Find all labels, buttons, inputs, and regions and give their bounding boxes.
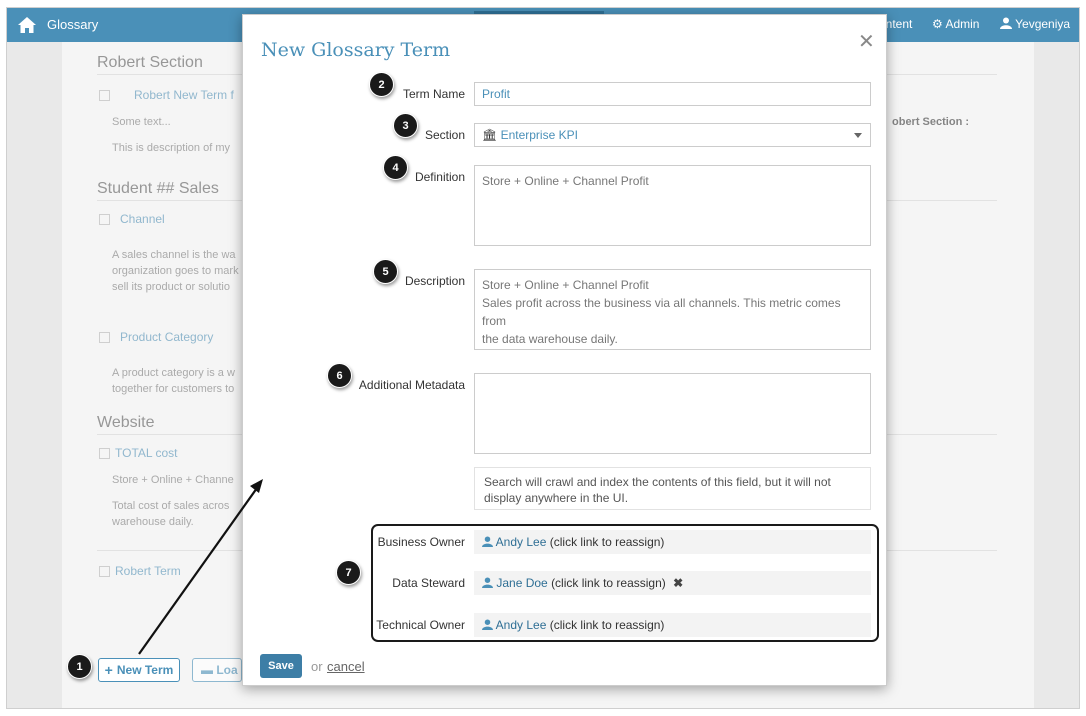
plus-icon: + [104, 662, 113, 678]
callout-badge: 2 [369, 72, 394, 97]
business-owner-row: Andy Lee (click link to reassign) [474, 530, 871, 554]
term-text: organization goes to mark [112, 265, 239, 277]
callout-badge: 1 [67, 654, 92, 679]
term-link[interactable]: Product Category [120, 330, 213, 344]
term-checkbox[interactable] [99, 448, 110, 459]
screenshot-frame: Glossary ontent ⚙ Admin Yevgeniya Robert… [6, 7, 1080, 709]
definition-textarea[interactable]: Store + Online + Channel Profit [474, 165, 871, 246]
load-button[interactable]: ▬ Loa [192, 658, 242, 682]
term-link[interactable]: Robert Term [115, 564, 181, 578]
folder-icon: ▬ [201, 663, 213, 677]
data-steward-label: Data Steward [392, 576, 465, 590]
section-select-value: Enterprise KPI [500, 128, 578, 142]
term-link[interactable]: Channel [120, 212, 165, 226]
term-link[interactable]: TOTAL cost [115, 446, 177, 460]
reassign-hint: (click link to reassign) [549, 535, 665, 549]
user-icon [482, 577, 493, 588]
modal-title: New Glossary Term [261, 39, 451, 61]
bank-icon: 🏛 [482, 128, 498, 142]
section-heading: Website [97, 414, 155, 431]
term-text: warehouse daily. [112, 516, 194, 528]
callout-badge: 3 [393, 113, 418, 138]
new-term-modal: New Glossary Term ✕ Term Name Profit Sec… [242, 14, 887, 686]
term-text: Some text... [112, 116, 171, 128]
callout-badge: 7 [336, 560, 361, 585]
additional-metadata-textarea[interactable] [474, 373, 871, 454]
callout-badge: 4 [383, 155, 408, 180]
technical-owner-row: Andy Lee (click link to reassign) [474, 613, 871, 637]
term-checkbox[interactable] [99, 566, 110, 577]
description-textarea[interactable]: Store + Online + Channel Profit Sales pr… [474, 269, 871, 350]
metadata-help-text: Search will crawl and index the contents… [474, 467, 871, 510]
cancel-link[interactable]: cancel [327, 659, 365, 674]
reassign-hint: (click link to reassign) [549, 618, 665, 632]
business-owner-label: Business Owner [377, 535, 465, 549]
callout-badge: 5 [373, 259, 398, 284]
section-heading: Student ## Sales [97, 180, 219, 197]
description-line: Store + Online + Channel Profit [482, 278, 649, 292]
remove-icon[interactable]: ✖ [673, 576, 683, 590]
save-button[interactable]: Save [260, 654, 302, 678]
nav-user-label: Yevgeniya [1015, 17, 1071, 31]
reassign-hint: (click link to reassign) [551, 576, 666, 590]
chevron-down-icon [854, 133, 862, 138]
data-steward-row: Jane Doe (click link to reassign) ✖ [474, 571, 871, 595]
term-text: obert Section : [892, 116, 970, 128]
description-line: the data warehouse daily. [482, 332, 618, 346]
term-text: This is description of my [112, 142, 230, 154]
section-heading: Robert Section [97, 54, 203, 71]
load-button-label: Loa [216, 663, 238, 677]
business-owner-link[interactable]: Andy Lee [496, 535, 547, 549]
term-text: A sales channel is the wa [112, 249, 236, 261]
section-label: Section [424, 128, 465, 142]
nav-admin-label: Admin [945, 17, 980, 31]
callout-badge: 6 [327, 363, 352, 388]
technical-owner-link[interactable]: Andy Lee [496, 618, 547, 632]
term-checkbox[interactable] [99, 90, 110, 101]
technical-owner-label: Technical Owner [376, 618, 465, 632]
term-checkbox[interactable] [99, 332, 110, 343]
home-icon[interactable] [17, 16, 37, 34]
nav-user[interactable]: Yevgeniya [1000, 17, 1070, 31]
term-checkbox[interactable] [99, 214, 110, 225]
user-icon [482, 619, 493, 630]
term-text: sell its product or solutio [112, 281, 230, 293]
or-text: or [311, 659, 323, 674]
new-term-button-label: New Term [116, 663, 174, 677]
new-term-button[interactable]: + New Term [98, 658, 180, 682]
close-icon[interactable]: ✕ [858, 29, 875, 54]
term-text: together for customers to [112, 383, 235, 395]
definition-label: Definition [414, 170, 465, 184]
user-icon [1000, 17, 1012, 29]
term-text: A product category is a w [112, 367, 235, 379]
term-name-input[interactable]: Profit [474, 82, 871, 106]
term-text: Store + Online + Channe [112, 474, 234, 486]
section-select[interactable]: 🏛 Enterprise KPI [474, 123, 871, 147]
description-line: Sales profit across the business via all… [482, 296, 841, 328]
gear-icon: ⚙ [932, 17, 943, 31]
nav-admin[interactable]: ⚙ Admin [932, 17, 979, 31]
app-title[interactable]: Glossary [47, 17, 98, 32]
term-text: Total cost of sales acros [112, 500, 230, 512]
additional-metadata-label: Additional Metadata [358, 378, 465, 392]
term-link[interactable]: Robert New Term f [134, 88, 234, 102]
user-icon [482, 536, 493, 547]
data-steward-link[interactable]: Jane Doe [496, 576, 547, 590]
